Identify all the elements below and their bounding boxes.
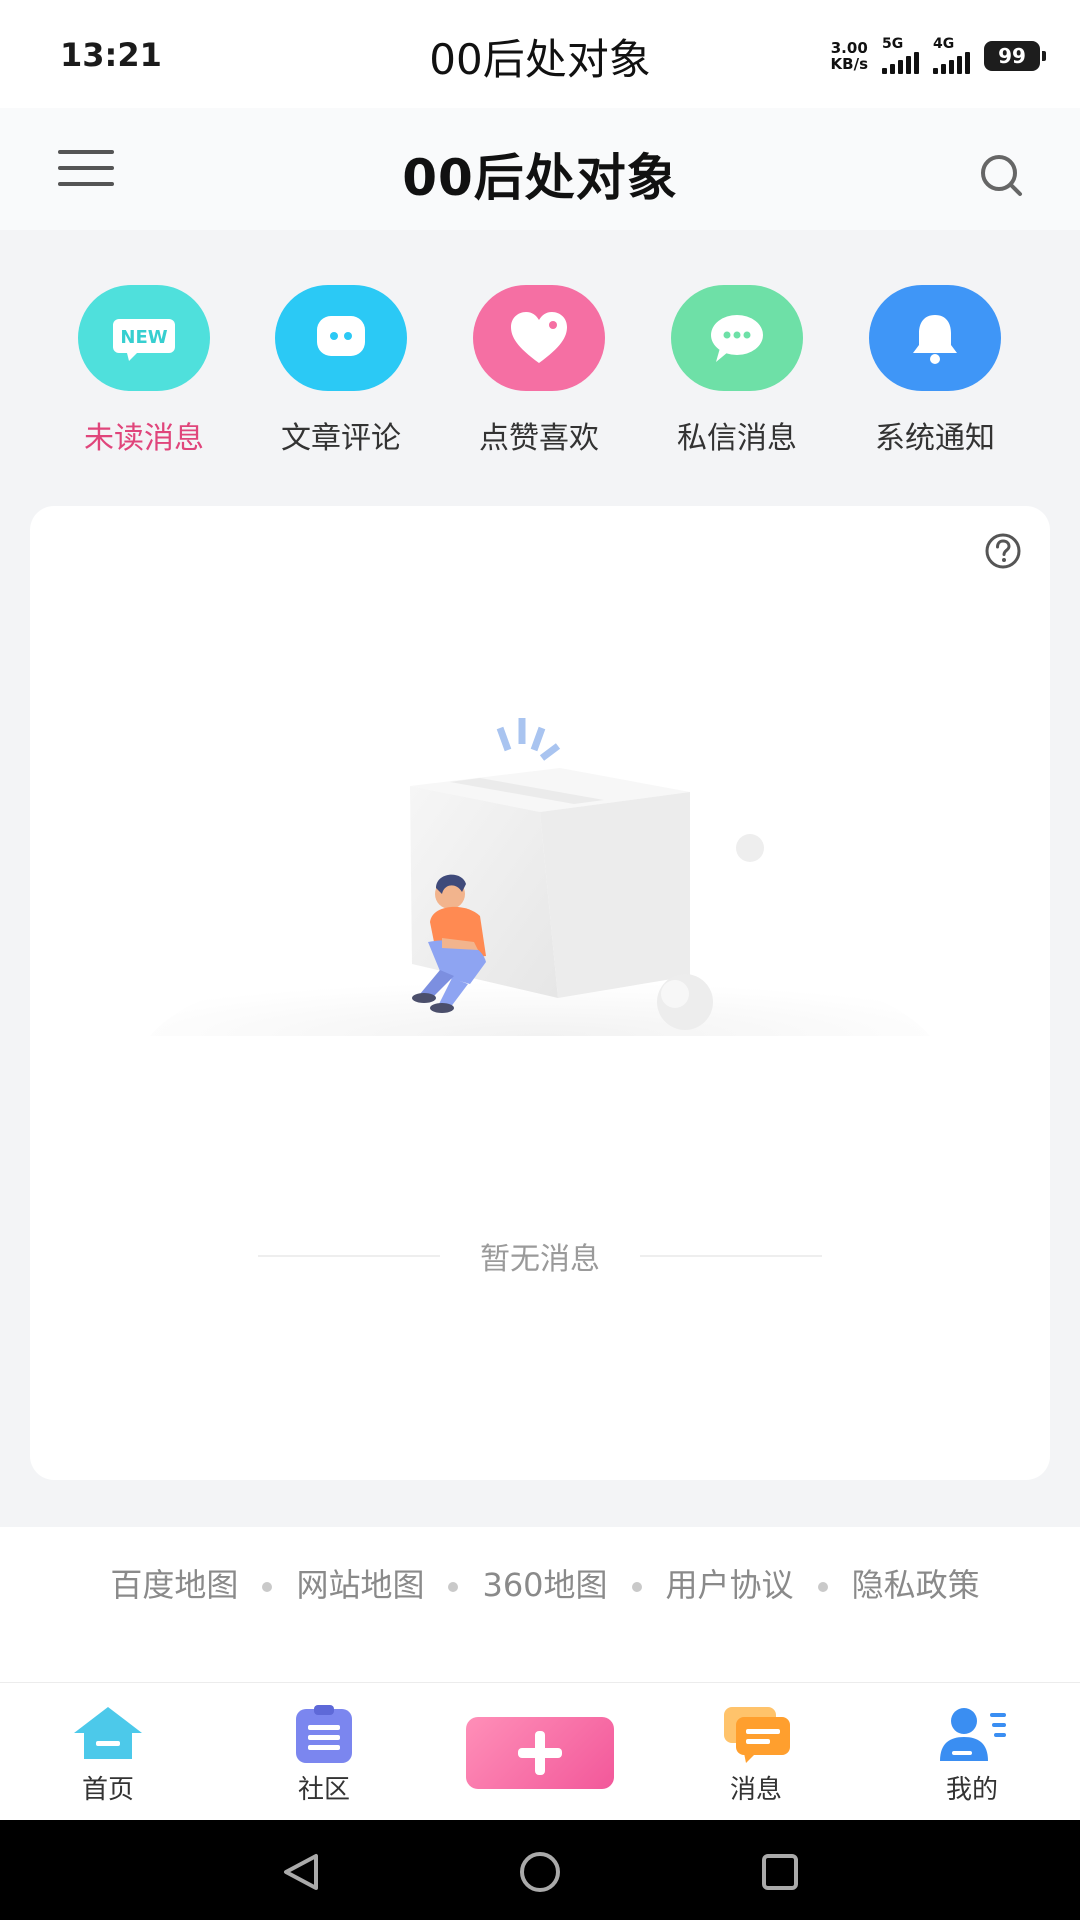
category-system-label: 系统通知	[875, 421, 995, 456]
plus-icon	[518, 1731, 562, 1775]
post-button[interactable]	[466, 1717, 614, 1789]
link-360-map[interactable]: 360地图	[482, 1566, 607, 1604]
category-system-notice[interactable]: 系统通知	[855, 285, 1015, 457]
message-icon	[718, 1703, 794, 1765]
page-title: 00后处对象	[402, 149, 678, 207]
separator-dot	[262, 1582, 273, 1592]
link-site-map[interactable]: 网站地图	[296, 1566, 424, 1604]
signal-5g-label: 5G	[882, 36, 904, 52]
divider	[258, 1255, 440, 1257]
help-circle-icon[interactable]	[984, 532, 1022, 570]
app-header: 00后处对象	[0, 108, 1080, 230]
community-list-icon	[286, 1703, 362, 1765]
back-icon[interactable]	[278, 1850, 322, 1894]
profile-icon	[934, 1703, 1010, 1765]
tab-home-label: 首页	[81, 1775, 134, 1805]
tab-home[interactable]: 首页	[38, 1703, 178, 1806]
divider	[640, 1255, 822, 1257]
tab-community-label: 社区	[297, 1775, 350, 1805]
status-bar: 13:21 00后处对象 3.00 KB/s 5G 4G 99	[0, 0, 1080, 108]
tab-community[interactable]: 社区	[254, 1703, 394, 1806]
signal-4g-icon: 4G	[933, 36, 970, 74]
bell-icon	[869, 285, 1001, 391]
status-indicators: 3.00 KB/s 5G 4G 99	[831, 36, 1046, 76]
chat-bubble-icon	[275, 285, 407, 391]
heart-icon	[473, 285, 605, 391]
svg-text:NEW: NEW	[120, 327, 167, 348]
home-circle-icon[interactable]	[518, 1850, 562, 1894]
signal-4g-label: 4G	[933, 36, 955, 52]
tab-profile-label: 我的	[945, 1775, 998, 1805]
footer-links: 百度地图 网站地图 360地图 用户协议 隐私政策	[0, 1527, 1080, 1682]
signal-5g-icon: 5G	[882, 36, 919, 74]
network-speed-unit: KB/s	[830, 55, 868, 73]
recent-apps-icon[interactable]	[758, 1850, 802, 1894]
link-privacy-policy[interactable]: 隐私政策	[852, 1566, 980, 1604]
category-private-messages[interactable]: 私信消息	[657, 285, 817, 457]
search-icon[interactable]	[978, 152, 1026, 200]
tab-messages-label: 消息	[729, 1775, 782, 1805]
separator-dot	[631, 1582, 642, 1592]
message-categories: NEW 未读消息 文章评论 点赞喜欢 私信消息 系统通知	[0, 285, 1080, 456]
category-private-label: 私信消息	[677, 421, 797, 456]
messages-card: 暂无消息	[30, 506, 1050, 1480]
separator-dot	[817, 1582, 828, 1592]
category-likes-label: 点赞喜欢	[479, 421, 599, 456]
empty-state-text: 暂无消息	[480, 1242, 600, 1277]
home-icon	[70, 1703, 146, 1765]
bottom-tab-bar: 首页 社区 消息 我的	[0, 1682, 1080, 1821]
category-comments-label: 文章评论	[281, 421, 401, 456]
category-unread[interactable]: NEW 未读消息	[64, 285, 224, 457]
network-speed: 3.00 KB/s	[831, 40, 868, 72]
empty-box-illustration	[130, 706, 950, 1076]
message-dots-icon	[671, 285, 803, 391]
tab-profile[interactable]: 我的	[902, 1703, 1042, 1806]
category-comments[interactable]: 文章评论	[261, 285, 421, 457]
category-unread-label: 未读消息	[84, 421, 204, 456]
new-badge-icon: NEW	[78, 285, 210, 391]
system-navigation-bar	[0, 1820, 1080, 1920]
tab-messages[interactable]: 消息	[686, 1703, 826, 1806]
battery-icon: 99	[984, 41, 1046, 71]
category-likes[interactable]: 点赞喜欢	[459, 285, 619, 457]
link-baidu-map[interactable]: 百度地图	[110, 1566, 238, 1604]
separator-dot	[448, 1582, 459, 1592]
network-speed-value: 3.00	[830, 39, 868, 57]
empty-state: 暂无消息	[30, 1234, 1050, 1278]
link-user-agreement[interactable]: 用户协议	[666, 1566, 794, 1604]
